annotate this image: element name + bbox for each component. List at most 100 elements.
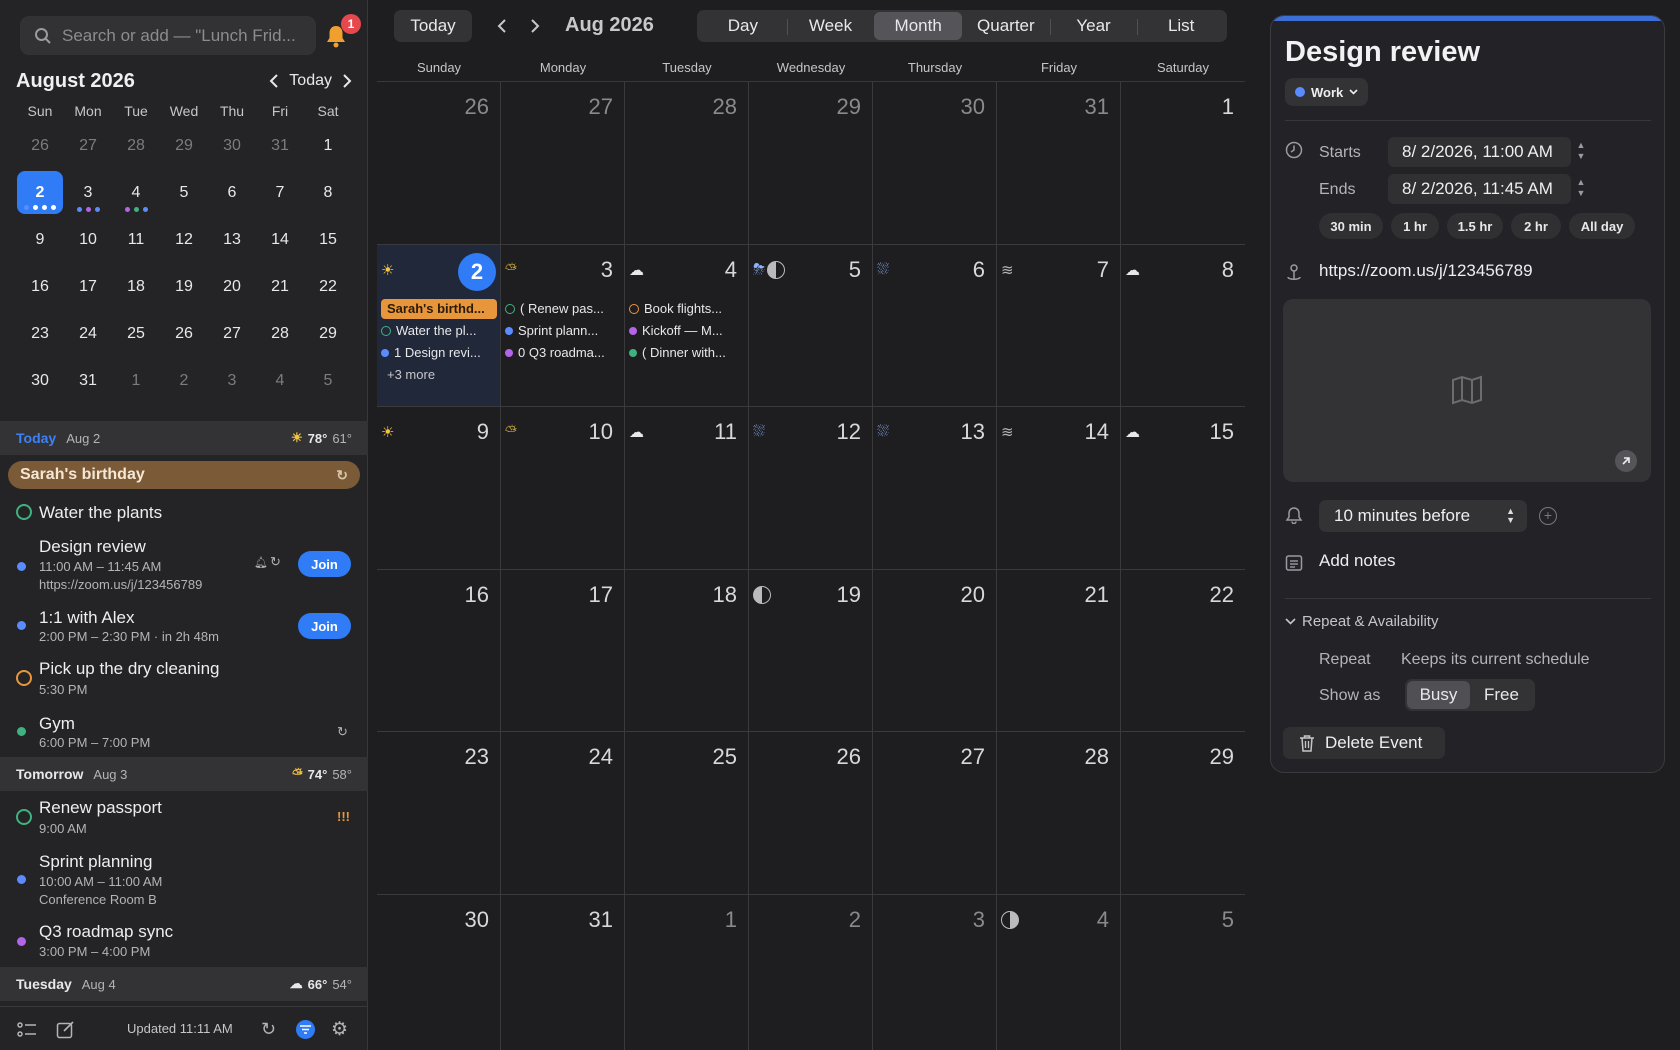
add-alert-icon[interactable]: +: [1539, 507, 1557, 525]
day-cell[interactable]: 17: [501, 569, 625, 731]
reminder-circle-icon[interactable]: [16, 809, 32, 825]
settings-gear-icon[interactable]: ⚙: [331, 1018, 348, 1041]
mini-day[interactable]: 13: [208, 216, 256, 263]
prev-month-icon[interactable]: [269, 73, 279, 89]
end-stepper-icon[interactable]: ▲ ▼: [1575, 177, 1587, 203]
mini-day[interactable]: 1: [112, 357, 160, 404]
join-button[interactable]: Join: [298, 613, 351, 639]
mini-day[interactable]: 9: [16, 216, 64, 263]
view-month-tab[interactable]: Month: [874, 12, 963, 40]
day-cell[interactable]: 22: [1121, 570, 1245, 732]
event-chip[interactable]: Sprint plann...: [505, 321, 621, 341]
next-month-icon[interactable]: [342, 73, 352, 89]
join-button[interactable]: Join: [298, 551, 351, 577]
event-chip[interactable]: 0 Q3 roadma...: [505, 343, 621, 363]
mini-day[interactable]: 26: [16, 122, 64, 169]
view-week-tab[interactable]: Week: [786, 12, 875, 40]
open-map-icon[interactable]: [1615, 450, 1637, 472]
mini-day[interactable]: 3: [208, 357, 256, 404]
notifications-button[interactable]: 1: [325, 14, 361, 50]
day-cell[interactable]: 1: [1121, 82, 1245, 244]
day-cell[interactable]: 27: [873, 732, 997, 894]
mini-day[interactable]: 21: [256, 263, 304, 310]
day-cell[interactable]: 4: [997, 894, 1121, 1050]
day-cell[interactable]: 18: [625, 569, 749, 731]
duration-1-5hr-button[interactable]: 1.5 hr: [1447, 213, 1503, 239]
busy-option[interactable]: Busy: [1407, 681, 1470, 709]
event-chip[interactable]: Water the pl...: [381, 321, 497, 341]
mini-day[interactable]: 22: [304, 263, 352, 310]
start-datetime-field[interactable]: 8/ 2/2026, 11:00 AM: [1388, 137, 1571, 167]
day-cell[interactable]: 4 ☁ Book flights... Kickoff — M... ( Dinner …: [625, 244, 749, 406]
day-cell[interactable]: 12 ⛆: [749, 407, 873, 569]
more-events-link[interactable]: +3 more: [387, 367, 435, 382]
day-cell[interactable]: 26: [377, 82, 501, 244]
day-cell[interactable]: 30: [377, 894, 501, 1050]
list-item[interactable]: Q3 roadmap sync 3:00 PM – 4:00 PM: [0, 921, 368, 965]
day-cell[interactable]: 28: [625, 82, 749, 244]
day-cell[interactable]: 11 ☁: [625, 407, 749, 569]
mini-day[interactable]: 20: [208, 263, 256, 310]
day-cell[interactable]: 5: [1121, 895, 1245, 1050]
day-cell[interactable]: 10 ⛅︎: [501, 407, 625, 569]
day-cell[interactable]: 9 ☀: [377, 407, 501, 569]
event-chip[interactable]: ( Renew pas...: [505, 299, 621, 319]
event-chip[interactable]: 1 Design revi...: [381, 343, 497, 363]
reminder-circle-icon[interactable]: [16, 504, 32, 520]
day-cell[interactable]: 23: [377, 732, 501, 894]
map-preview[interactable]: [1283, 299, 1651, 482]
mini-day[interactable]: 28: [112, 122, 160, 169]
mini-day[interactable]: 2: [17, 171, 63, 214]
mini-day[interactable]: 29: [160, 122, 208, 169]
mini-day[interactable]: 25: [112, 310, 160, 357]
day-cell[interactable]: 29: [1121, 732, 1245, 894]
day-cell[interactable]: 25: [625, 732, 749, 894]
mini-day[interactable]: 10: [64, 216, 112, 263]
event-chip[interactable]: Sarah's birthd...: [381, 298, 497, 319]
repeat-value[interactable]: Keeps its current schedule: [1401, 651, 1590, 669]
day-cell[interactable]: 7 ≋: [997, 244, 1121, 406]
mini-today-button[interactable]: Today: [289, 72, 332, 90]
list-item[interactable]: Sprint planning 10:00 AM – 11:00 AM Conf…: [0, 850, 368, 910]
all-day-button[interactable]: All day: [1569, 213, 1635, 239]
mini-day[interactable]: 24: [64, 310, 112, 357]
day-cell[interactable]: 2 ☀ Sarah's birthd... Water the pl... 1 Desi…: [377, 244, 501, 406]
mini-day[interactable]: 30: [208, 122, 256, 169]
alert-select[interactable]: 10 minutes before ▲ ▼: [1319, 500, 1527, 532]
day-cell[interactable]: 14 ≋: [997, 407, 1121, 569]
mini-day[interactable]: 3: [64, 169, 112, 216]
mini-day[interactable]: 11: [112, 216, 160, 263]
day-cell[interactable]: 29: [749, 82, 873, 244]
notes-field[interactable]: Add notes: [1319, 551, 1396, 571]
duration-1hr-button[interactable]: 1 hr: [1391, 213, 1439, 239]
today-button[interactable]: Today: [394, 10, 472, 42]
mini-day[interactable]: 12: [160, 216, 208, 263]
view-day-tab[interactable]: Day: [699, 12, 787, 40]
mini-day[interactable]: 14: [256, 216, 304, 263]
mini-day[interactable]: 18: [112, 263, 160, 310]
view-list-tab[interactable]: List: [1137, 12, 1225, 40]
search-input[interactable]: [62, 25, 302, 46]
day-cell[interactable]: 19: [749, 569, 873, 731]
day-cell[interactable]: 28: [997, 732, 1121, 894]
day-cell[interactable]: 24: [501, 732, 625, 894]
mini-day[interactable]: 16: [16, 263, 64, 310]
event-title[interactable]: Design review: [1285, 36, 1480, 69]
list-item[interactable]: Gym 6:00 PM – 7:00 PM ↻: [0, 711, 368, 755]
mini-day[interactable]: 27: [208, 310, 256, 357]
view-quarter-tab[interactable]: Quarter: [962, 12, 1050, 40]
mini-day[interactable]: 17: [64, 263, 112, 310]
next-period-icon[interactable]: [530, 18, 540, 34]
day-cell[interactable]: 31: [997, 82, 1121, 244]
list-item[interactable]: Pick up the dry cleaning 5:30 PM: [0, 658, 368, 702]
mini-day[interactable]: 30: [16, 357, 64, 404]
mini-day[interactable]: 7: [256, 169, 304, 216]
day-cell[interactable]: 27: [501, 82, 625, 244]
duration-30min-button[interactable]: 30 min: [1319, 213, 1383, 239]
repeat-availability-toggle[interactable]: Repeat & Availability: [1285, 613, 1438, 630]
list-item[interactable]: Water the plants: [0, 501, 368, 531]
mini-day[interactable]: 1: [304, 122, 352, 169]
mini-day[interactable]: 29: [304, 310, 352, 357]
free-option[interactable]: Free: [1470, 681, 1533, 709]
start-stepper-icon[interactable]: ▲ ▼: [1575, 140, 1587, 166]
